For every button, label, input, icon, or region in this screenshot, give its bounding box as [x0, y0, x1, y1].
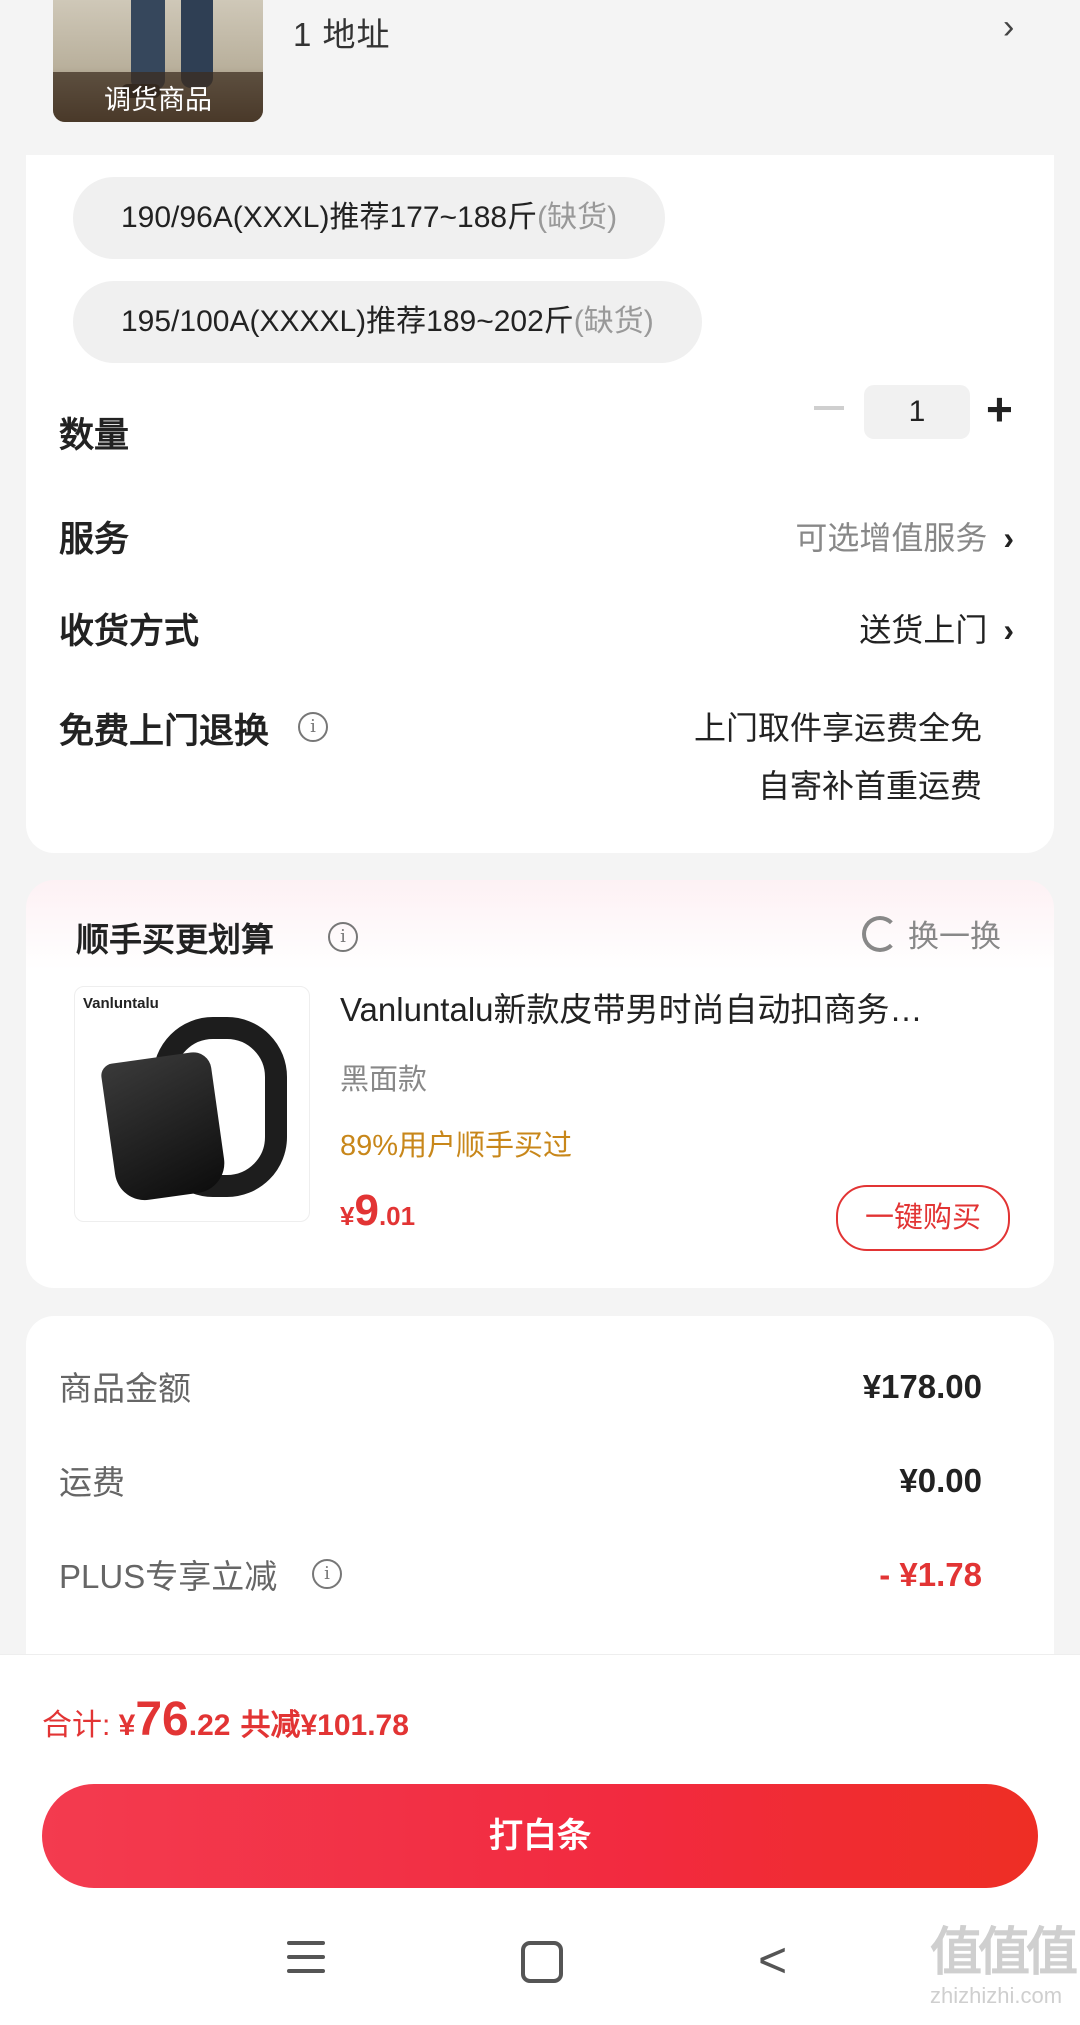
return-line-1: 上门取件享运费全免	[693, 710, 982, 746]
address-line[interactable]: 1 地址	[293, 8, 391, 56]
recommend-social-proof: 89%用户顺手买过	[340, 1130, 573, 1162]
pay-button[interactable]: 打白条	[42, 1784, 1038, 1888]
service-value: 可选增值服务	[795, 520, 988, 556]
quantity-value[interactable]: 1	[864, 385, 970, 439]
service-selector[interactable]: 可选增值服务 ›	[795, 513, 1014, 559]
size-option-label: 190/96A(XXXL)推荐177~188斤	[121, 201, 538, 234]
back-icon[interactable]: <	[758, 1935, 787, 1985]
size-option-label: 195/100A(XXXXL)推荐189~202斤	[121, 305, 574, 338]
chevron-right-icon: ›	[1003, 520, 1014, 556]
thumbnail-label: 调货商品	[104, 85, 212, 115]
delivery-value: 送货上门	[859, 612, 988, 648]
one-click-buy-button[interactable]: 一键购买	[836, 1185, 1010, 1251]
watermark-url: zhizhizhi.com	[930, 1983, 1063, 2008]
options-card: 190/96A(XXXL)推荐177~188斤(缺货) 195/100A(XXX…	[26, 155, 1054, 853]
info-icon[interactable]: i	[328, 922, 358, 952]
plus-icon[interactable]: +	[986, 381, 1013, 437]
size-option-chip[interactable]: 195/100A(XXXXL)推荐189~202斤(缺货)	[73, 281, 702, 363]
refresh-icon[interactable]	[862, 916, 898, 952]
belt-buckle-shape	[99, 1050, 229, 1204]
total-symbol: ¥	[118, 1709, 136, 1742]
price-decimal: .01	[378, 1201, 416, 1231]
price-integer: 9	[354, 1186, 379, 1235]
service-label: 服务	[59, 520, 130, 559]
recommend-card: 顺手买更划算 i 换一换 Vanluntalu Vanluntalu新款皮带男时…	[26, 880, 1054, 1288]
recommend-price: ¥9.01	[340, 1186, 415, 1236]
info-icon[interactable]: i	[312, 1559, 342, 1589]
recommend-product-image[interactable]: Vanluntalu	[74, 986, 310, 1222]
minus-icon[interactable]	[814, 406, 844, 410]
total-decimal: .22	[188, 1709, 231, 1742]
price-summary-card: 商品金额 ¥178.00 运费 ¥0.00 PLUS专享立减 i - ¥1.78	[26, 1316, 1054, 1706]
chevron-right-icon: ›	[1003, 612, 1014, 648]
recommend-title: 顺手买更划算	[76, 921, 274, 958]
watermark-logo: 值值值	[930, 1924, 1078, 1982]
menu-icon[interactable]	[287, 1941, 325, 1983]
subtotal-label: 商品金额	[59, 1370, 191, 1407]
shipping-value: ¥0.00	[899, 1462, 982, 1499]
shipping-label: 运费	[59, 1464, 125, 1501]
return-line-2: 自寄补首重运费	[757, 768, 982, 804]
home-icon[interactable]	[521, 1941, 563, 1983]
return-label: 免费上门退换	[59, 712, 270, 751]
total-integer: 76	[135, 1693, 189, 1746]
recommend-product-name[interactable]: Vanluntalu新款皮带男时尚自动扣商务…	[340, 983, 1030, 1031]
info-icon[interactable]: i	[298, 712, 328, 742]
chevron-right-icon[interactable]: ›	[1003, 8, 1014, 47]
total-row: 合计: ¥76.22 共减¥101.78	[42, 1692, 409, 1747]
product-thumbnail[interactable]: 调货商品	[53, 0, 263, 122]
belt-brand-text: Vanluntalu	[83, 995, 159, 1012]
refresh-button[interactable]: 换一换	[908, 911, 1001, 956]
delivery-selector[interactable]: 送货上门 ›	[859, 605, 1014, 651]
size-option-chip[interactable]: 190/96A(XXXL)推荐177~188斤(缺货)	[73, 177, 666, 259]
subtotal-value: ¥178.00	[862, 1368, 982, 1405]
size-option-status: (缺货)	[537, 201, 618, 234]
total-label: 合计:	[42, 1709, 119, 1742]
plus-discount-value: - ¥1.78	[879, 1556, 982, 1593]
recommend-variant: 黑面款	[340, 1064, 428, 1096]
price-symbol: ¥	[340, 1201, 355, 1231]
quantity-label: 数量	[59, 416, 130, 455]
plus-discount-label: PLUS专享立减	[59, 1558, 278, 1595]
delivery-label: 收货方式	[59, 612, 200, 651]
total-saved: 共减¥101.78	[240, 1709, 409, 1742]
size-option-status: (缺货)	[573, 305, 654, 338]
